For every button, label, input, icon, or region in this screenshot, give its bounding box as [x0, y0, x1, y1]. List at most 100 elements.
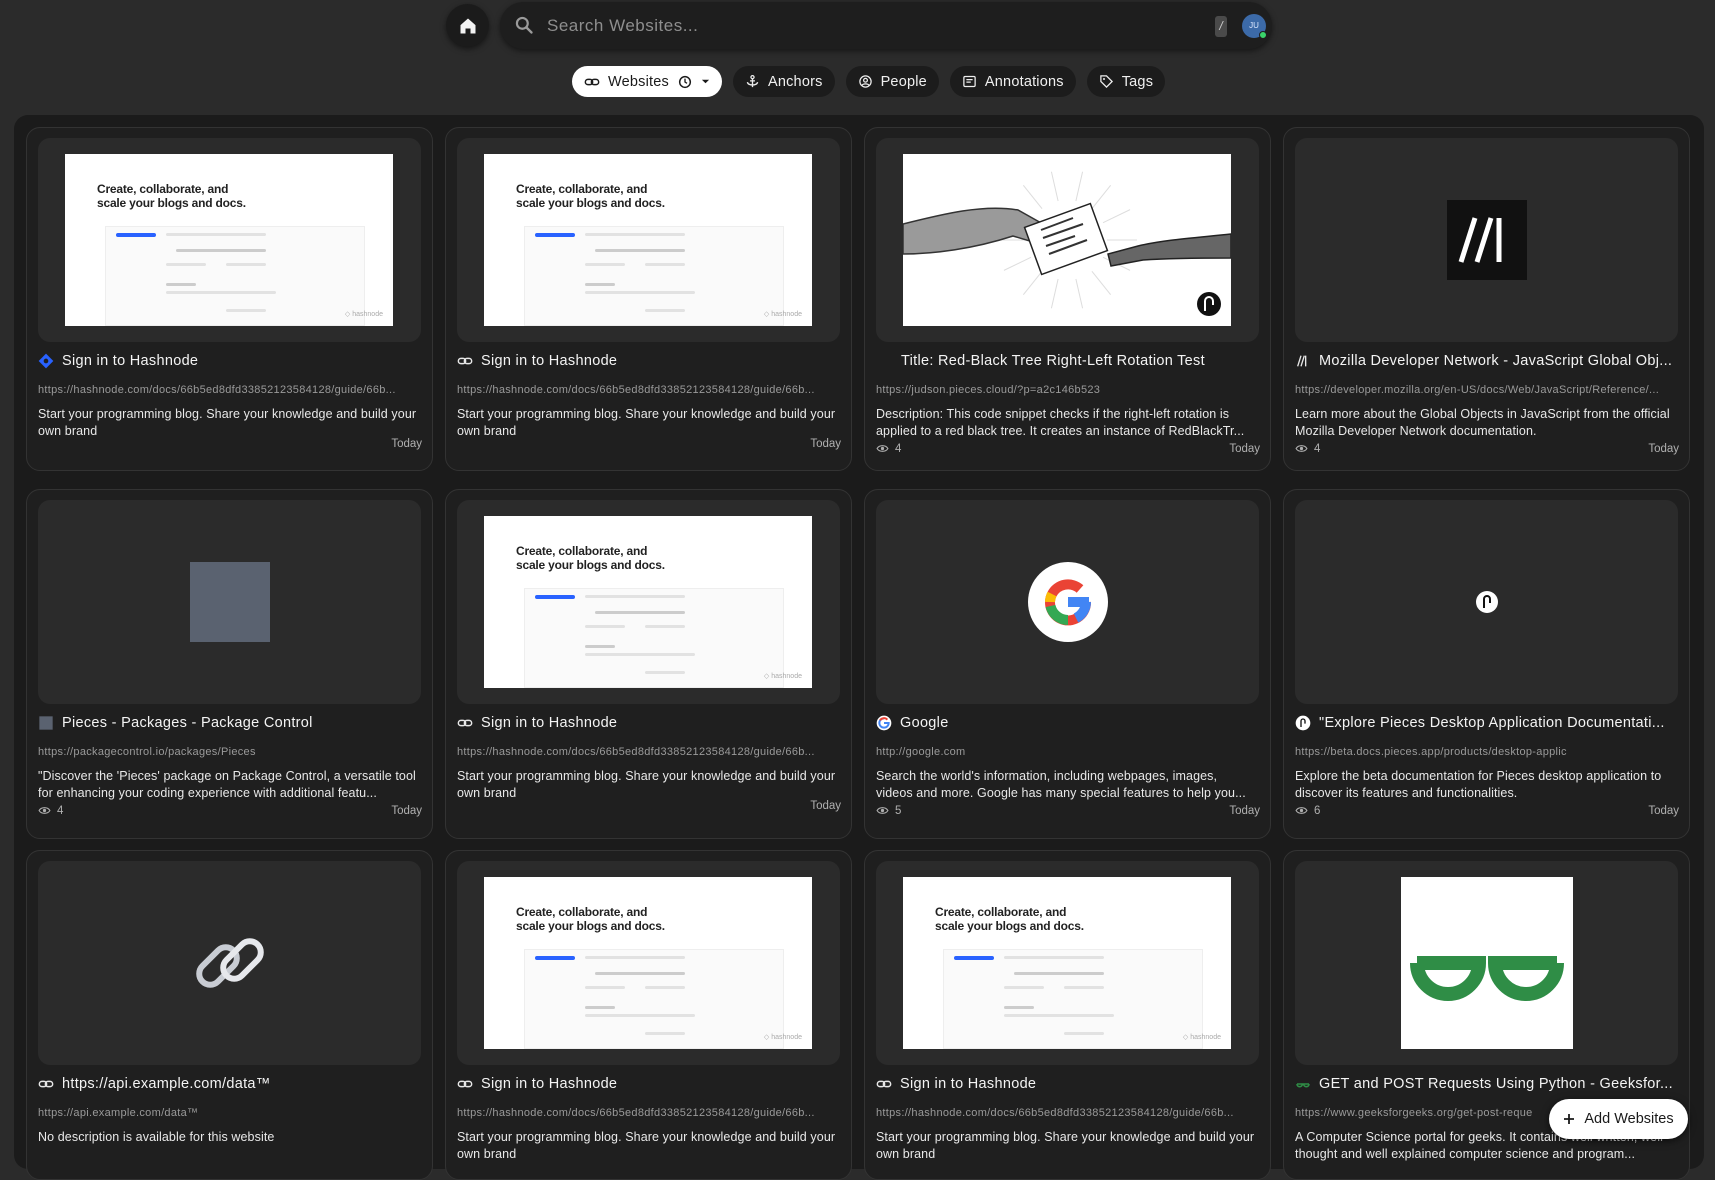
thumbnail-headline: Create, collaborate, and scale your blogs…: [516, 182, 665, 210]
website-title[interactable]: Sign in to Hashnode: [62, 353, 198, 369]
website-url[interactable]: https://hashnode.com/docs/66b5ed8dfd3385…: [38, 384, 422, 396]
website-card[interactable]: Pieces - Packages - Package Control http…: [26, 489, 433, 839]
chevron-down-icon[interactable]: [701, 77, 710, 86]
add-websites-label: Add Websites: [1584, 1111, 1674, 1127]
website-description: Start your programming blog. Share your …: [876, 1130, 1255, 1161]
person-icon: [858, 75, 872, 88]
google-icon: [876, 715, 892, 731]
website-title[interactable]: Sign in to Hashnode: [481, 353, 617, 369]
google-logo: [1028, 562, 1108, 642]
view-count-value: 4: [895, 442, 902, 455]
filter-people[interactable]: People: [845, 66, 939, 97]
website-thumbnail[interactable]: Create, collaborate, and scale your blogs…: [457, 138, 840, 342]
website-url[interactable]: https://beta.docs.pieces.app/products/de…: [1295, 746, 1679, 758]
view-count-value: 6: [1314, 804, 1321, 817]
search-input[interactable]: Search Websites...: [547, 16, 698, 36]
filter-anchors[interactable]: Anchors: [732, 66, 835, 97]
website-title[interactable]: GET and POST Requests Using Python - Gee…: [1319, 1076, 1673, 1092]
view-count: 5: [876, 804, 901, 817]
add-websites-button[interactable]: Add Websites: [1549, 1099, 1688, 1139]
view-count-value: 4: [1314, 442, 1321, 455]
website-url[interactable]: https://hashnode.com/docs/66b5ed8dfd3385…: [457, 1107, 841, 1119]
thumbnail-headline: Create, collaborate, and scale your blogs…: [935, 905, 1084, 933]
website-card[interactable]: Create, collaborate, and scale your blogs…: [26, 127, 433, 471]
view-count: 4: [1295, 442, 1320, 455]
clock-icon[interactable]: [677, 74, 693, 90]
thumbnail-image: Create, collaborate, and scale your blogs…: [484, 877, 812, 1049]
website-title[interactable]: "Explore Pieces Desktop Application Docu…: [1319, 715, 1665, 731]
thumbnail-watermark: ◇ hashnode: [763, 311, 802, 318]
website-url[interactable]: https://api.example.com/data™: [38, 1107, 422, 1119]
chain-link-image: [188, 921, 272, 1005]
website-description: Search the world's information, includin…: [876, 769, 1246, 800]
website-title[interactable]: Sign in to Hashnode: [481, 1076, 617, 1092]
website-thumbnail[interactable]: [38, 500, 421, 704]
website-description: Start your programming blog. Share your …: [457, 1130, 836, 1161]
website-title[interactable]: Pieces - Packages - Package Control: [62, 715, 313, 731]
pieces-icon: [1295, 715, 1311, 731]
website-card[interactable]: Title: Red-Black Tree Right-Left Rotatio…: [864, 127, 1271, 471]
filter-annotations[interactable]: Annotations: [949, 66, 1076, 97]
filter-tags[interactable]: Tags: [1086, 66, 1166, 97]
website-title[interactable]: Mozilla Developer Network - JavaScript G…: [1319, 353, 1672, 369]
website-url[interactable]: http://google.com: [876, 746, 1260, 758]
website-thumbnail[interactable]: Create, collaborate, and scale your blogs…: [457, 500, 840, 704]
website-description: "Discover the 'Pieces' package on Packag…: [38, 769, 416, 800]
hashnode-icon: [38, 353, 54, 369]
thumbnail-image: Create, collaborate, and scale your blogs…: [903, 877, 1231, 1049]
filter-anchors-label: Anchors: [767, 73, 823, 90]
website-card[interactable]: Create, collaborate, and scale your blogs…: [445, 127, 852, 471]
eye-icon: [1295, 445, 1308, 452]
website-thumbnail[interactable]: [1295, 861, 1678, 1065]
card-meta: 4 Today: [1295, 442, 1679, 455]
filter-websites[interactable]: Websites: [572, 66, 722, 97]
website-card[interactable]: Google http://google.com Search the worl…: [864, 489, 1271, 839]
card-meta: 5 Today: [876, 804, 1260, 817]
card-meta: 6 Today: [1295, 804, 1679, 817]
thumbnail-headline: Create, collaborate, and scale your blogs…: [97, 182, 246, 210]
home-button[interactable]: [446, 4, 489, 47]
website-card[interactable]: Create, collaborate, and scale your blogs…: [445, 850, 852, 1180]
filter-annotations-label: Annotations: [984, 73, 1064, 90]
website-thumbnail[interactable]: [876, 500, 1259, 704]
website-description: Learn more about the Global Objects in J…: [1295, 407, 1670, 438]
website-card[interactable]: https://api.example.com/data™ https://ap…: [26, 850, 433, 1180]
thumbnail-image: Create, collaborate, and scale your blogs…: [65, 154, 393, 326]
card-meta: Today: [457, 800, 841, 812]
website-title[interactable]: Sign in to Hashnode: [481, 715, 617, 731]
website-thumbnail[interactable]: [1295, 500, 1678, 704]
website-thumbnail[interactable]: Create, collaborate, and scale your blogs…: [38, 138, 421, 342]
website-thumbnail[interactable]: [876, 138, 1259, 342]
filter-chips: Websites Anchors People Annotations Tags: [572, 66, 1166, 97]
website-url[interactable]: https://hashnode.com/docs/66b5ed8dfd3385…: [876, 1107, 1260, 1119]
website-thumbnail[interactable]: [38, 861, 421, 1065]
website-card[interactable]: Mozilla Developer Network - JavaScript G…: [1283, 127, 1690, 471]
link-icon: [457, 715, 473, 731]
website-url[interactable]: https://developer.mozilla.org/en-US/docs…: [1295, 384, 1679, 396]
website-title[interactable]: Title: Red-Black Tree Right-Left Rotatio…: [901, 353, 1205, 369]
search-bar[interactable]: Search Websites... / JU: [500, 2, 1272, 49]
user-avatar[interactable]: JU: [1242, 14, 1267, 39]
website-thumbnail[interactable]: [1295, 138, 1678, 342]
eye-icon: [38, 807, 51, 814]
website-title[interactable]: https://api.example.com/data™: [62, 1076, 271, 1092]
card-meta: Today: [38, 438, 422, 450]
date-label: Today: [1229, 442, 1260, 455]
website-url[interactable]: https://hashnode.com/docs/66b5ed8dfd3385…: [457, 746, 841, 758]
website-description: Description: This code snippet checks if…: [876, 407, 1245, 438]
website-card[interactable]: "Explore Pieces Desktop Application Docu…: [1283, 489, 1690, 839]
website-card[interactable]: Create, collaborate, and scale your blogs…: [445, 489, 852, 839]
website-card[interactable]: Create, collaborate, and scale your blogs…: [864, 850, 1271, 1180]
website-thumbnail[interactable]: Create, collaborate, and scale your blogs…: [457, 861, 840, 1065]
website-thumbnail[interactable]: Create, collaborate, and scale your blogs…: [876, 861, 1259, 1065]
website-description: Start your programming blog. Share your …: [457, 769, 836, 800]
view-count: 4: [38, 804, 63, 817]
link-icon: [457, 1076, 473, 1092]
view-count: 6: [1295, 804, 1320, 817]
website-title[interactable]: Google: [900, 715, 949, 731]
website-url[interactable]: https://hashnode.com/docs/66b5ed8dfd3385…: [457, 384, 841, 396]
website-title[interactable]: Sign in to Hashnode: [900, 1076, 1036, 1092]
website-url[interactable]: https://packagecontrol.io/packages/Piece…: [38, 746, 422, 758]
annotation-icon: [963, 75, 976, 88]
website-url[interactable]: https://judson.pieces.cloud/?p=a2c146b52…: [876, 384, 1260, 396]
